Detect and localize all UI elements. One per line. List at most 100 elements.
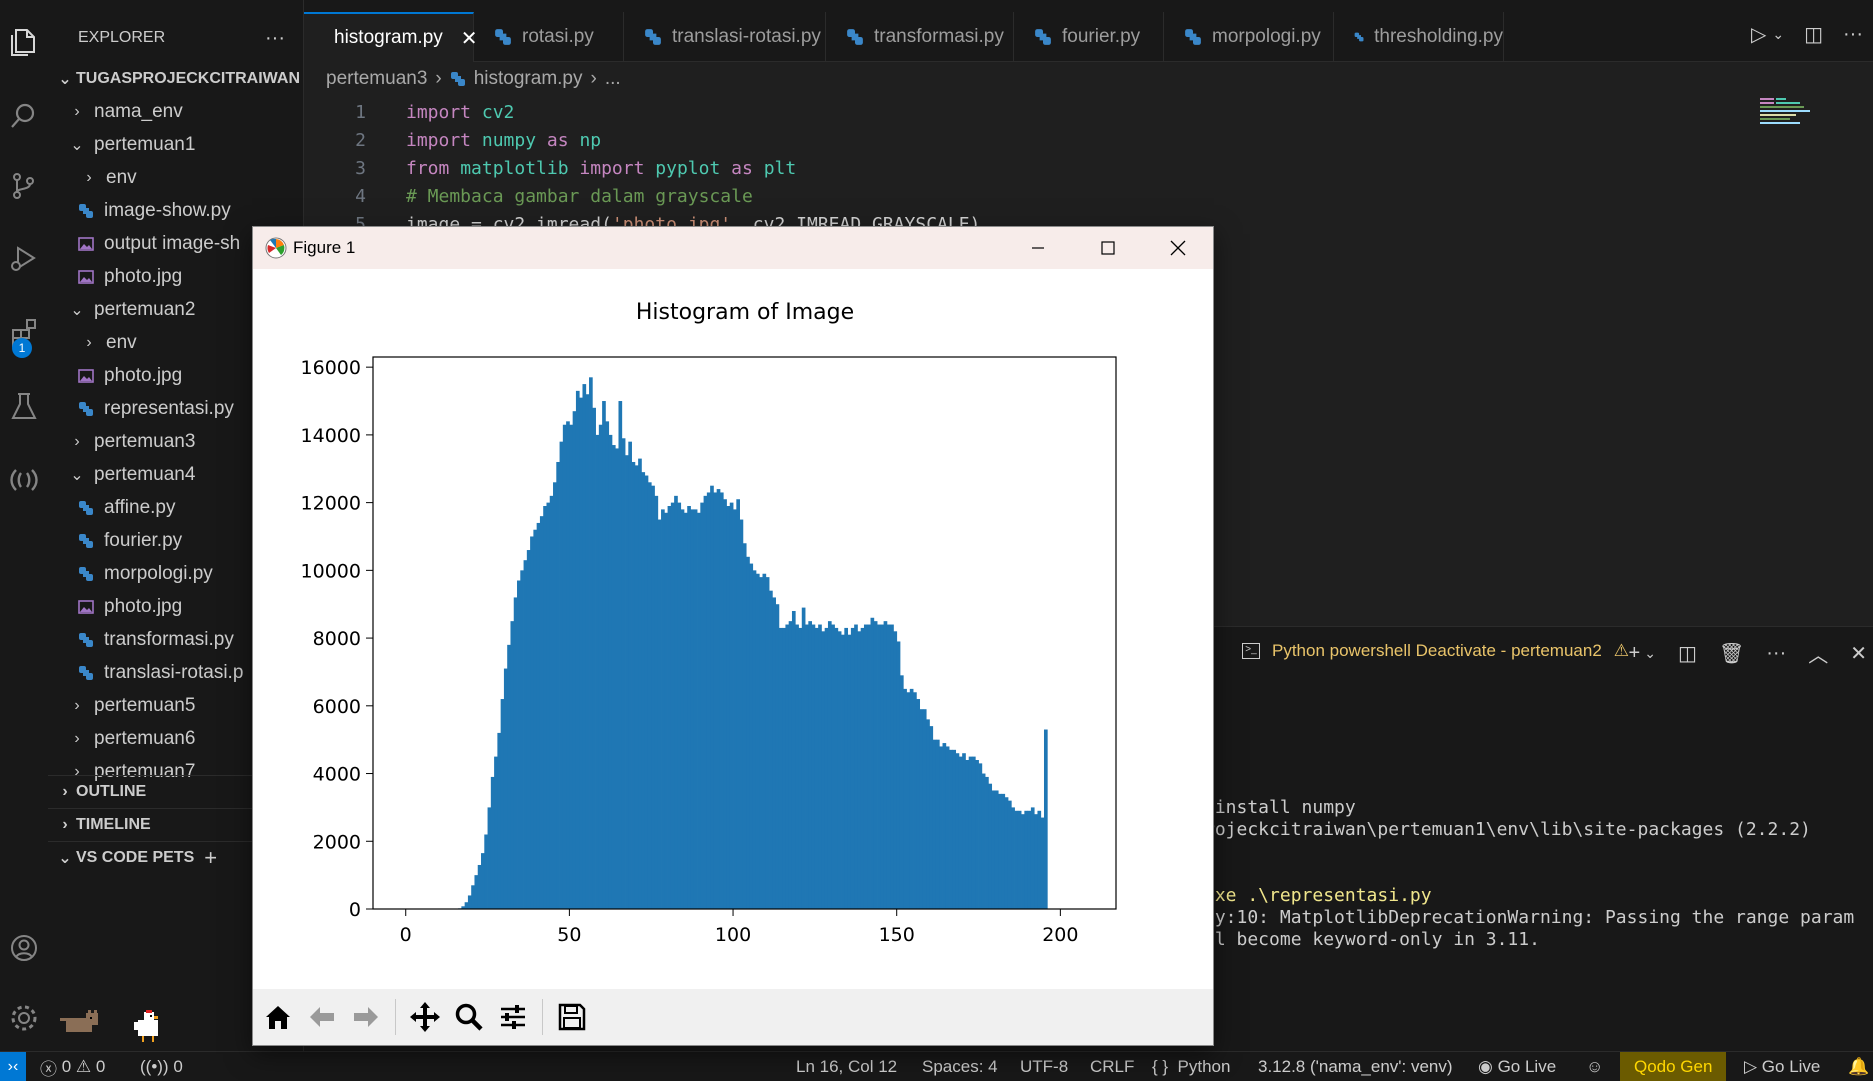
breadcrumb-more[interactable]: ... [605, 68, 621, 90]
python-interpreter[interactable]: 3.12.8 ('nama_env': venv) [1258, 1052, 1453, 1081]
x-tick-label: 100 [715, 924, 751, 946]
encoding[interactable]: UTF-8 [1020, 1052, 1068, 1081]
run-file-icon[interactable]: ▷ [1751, 22, 1766, 47]
braces-icon: { } [1152, 1057, 1178, 1076]
add-pet-icon[interactable]: + [204, 845, 217, 871]
qodo-gen-button[interactable]: Qodo Gen [1620, 1052, 1727, 1081]
split-terminal-icon[interactable]: ◫ [1678, 641, 1697, 666]
code-token: as [546, 129, 569, 151]
breadcrumb-file[interactable]: histogram.py [474, 68, 583, 90]
error-count: 0 [61, 1057, 72, 1076]
zoom-magnifier-icon[interactable] [450, 995, 488, 1039]
tree-folder[interactable]: › nama_env [48, 95, 303, 128]
tree-folder[interactable]: ⌄ pertemuan1 [48, 128, 303, 161]
chart-title: Histogram of Image [636, 300, 854, 325]
explorer-more-icon[interactable]: ··· [265, 27, 285, 50]
manage-gear-icon[interactable] [0, 994, 48, 1042]
figure-canvas[interactable]: Histogram of Image 0 50 100 150 200 0 2000 400… [253, 269, 1213, 1007]
code-text: # Membaca gambar dalam grayscale [366, 186, 753, 207]
line-endings[interactable]: CRLF [1090, 1052, 1134, 1081]
back-arrow-icon[interactable] [303, 995, 341, 1039]
tab-label: histogram.py [334, 27, 443, 48]
remote-explorer-icon[interactable] [0, 456, 48, 504]
maximize-panel-icon[interactable]: ︿ [1808, 639, 1828, 668]
terminal-output[interactable]: install numpy rojeckcitraiwan\pertemuan1\… [1204, 795, 1854, 950]
tab-histogram[interactable]: histogram.py ✕ [304, 12, 478, 62]
kill-terminal-icon[interactable]: 🗑 [1719, 641, 1744, 666]
chevron-down-icon[interactable]: ⌄ [1644, 645, 1656, 662]
matplotlib-figure-window[interactable]: Figure 1 Histogram of Image 0 50 100 150 200 [252, 226, 1214, 1046]
notifications-bell-icon[interactable]: 🔔 [1848, 1052, 1869, 1081]
split-editor-icon[interactable]: ◫ [1804, 22, 1823, 47]
tree-item-label: representasi.py [104, 397, 234, 419]
tab-transformasi[interactable]: transformasi.py [826, 12, 1014, 62]
cursor-position[interactable]: Ln 16, Col 12 [796, 1052, 897, 1081]
y-tick-label: 2000 [313, 831, 361, 853]
histogram-bar [841, 634, 845, 909]
histogram-bar [922, 709, 927, 909]
forward-arrow-icon[interactable] [347, 995, 385, 1039]
search-icon[interactable] [0, 92, 48, 140]
tab-morpologi[interactable]: morpologi.py [1164, 12, 1334, 62]
tree-item-label: pertemuan1 [94, 133, 196, 155]
ports-status[interactable]: ((•)) 0 [140, 1052, 183, 1081]
home-icon[interactable] [259, 995, 297, 1039]
close-panel-icon[interactable]: ✕ [1850, 641, 1867, 666]
histogram-bar [543, 506, 547, 909]
histogram-bar [791, 610, 796, 909]
chevron-down-icon[interactable]: ⌄ [1772, 26, 1784, 43]
minimap[interactable] [1760, 96, 1816, 128]
histogram-bar [494, 756, 498, 909]
remote-indicator-icon[interactable]: ›‹ [0, 1052, 26, 1081]
save-floppy-icon[interactable] [553, 995, 591, 1039]
run-debug-icon[interactable] [0, 234, 48, 282]
go-live-button-2[interactable]: ▷ Go Live [1744, 1052, 1820, 1081]
source-control-icon[interactable] [0, 162, 48, 210]
histogram-bar [683, 512, 688, 909]
chevron-right-icon: › [435, 68, 442, 89]
new-terminal-icon[interactable]: + [1629, 642, 1641, 665]
breadcrumb-folder[interactable]: pertemuan3 [326, 68, 427, 90]
explorer-icon[interactable] [0, 18, 48, 66]
tab-thresholding[interactable]: thresholding.py [1334, 12, 1504, 62]
histogram-bar [870, 617, 875, 909]
code-editor[interactable]: 1 import cv2 2 import numpy as np 3 from matp… [304, 98, 1754, 238]
configure-subplots-icon[interactable] [494, 995, 532, 1039]
tree-item-label: output image-sh [104, 232, 241, 254]
tab-translasi-rotasi[interactable]: translasi-rotasi.py [624, 12, 826, 62]
figure-titlebar[interactable]: Figure 1 [253, 227, 1213, 269]
histogram-bar [1007, 800, 1012, 909]
indentation[interactable]: Spaces: 4 [922, 1052, 998, 1081]
chevron-down-icon: ⌄ [58, 70, 72, 88]
tab-fourier[interactable]: fourier.py [1014, 12, 1164, 62]
tree-item-label: nama_env [94, 100, 183, 122]
histogram-bar [971, 756, 976, 909]
tree-folder[interactable]: › env [48, 161, 303, 194]
testing-icon[interactable] [0, 382, 48, 430]
code-line[interactable]: 2 import numpy as np [304, 126, 1754, 154]
maximize-icon[interactable] [1073, 227, 1143, 269]
pan-move-icon[interactable] [406, 995, 444, 1039]
histogram-bar [572, 411, 577, 909]
problems-status[interactable]: ⓧ 0 ⚠ 0 [40, 1052, 105, 1081]
language-mode[interactable]: { } Python [1152, 1052, 1230, 1081]
histogram-bar [949, 749, 953, 909]
tab-rotasi[interactable]: rotasi.py [474, 12, 624, 62]
code-line[interactable]: 1 import cv2 [304, 98, 1754, 126]
accounts-icon[interactable] [0, 924, 48, 972]
code-line[interactable]: 4 # Membaca gambar dalam grayscale [304, 182, 1754, 210]
more-actions-icon[interactable]: ··· [1766, 642, 1786, 665]
tree-file[interactable]: image-show.py [48, 194, 303, 227]
workspace-root[interactable]: ⌄ TUGASPROJECKCITRAIWAN [48, 62, 303, 95]
more-actions-icon[interactable]: ··· [1843, 23, 1863, 46]
cat-pet-icon[interactable] [60, 1010, 100, 1036]
minimize-icon[interactable] [1003, 227, 1073, 269]
tree-item-label: pertemuan3 [94, 430, 196, 452]
copilot-icon[interactable]: ☺ [1586, 1052, 1603, 1081]
go-live-button[interactable]: ◉ Go Live [1478, 1052, 1556, 1081]
terminal-tab[interactable]: >_ Python powershell Deactivate - pertem… [1242, 641, 1629, 661]
code-line[interactable]: 3 from matplotlib import pyplot as plt [304, 154, 1754, 182]
chicken-pet-icon[interactable] [130, 1010, 164, 1044]
close-icon[interactable] [1143, 227, 1213, 269]
